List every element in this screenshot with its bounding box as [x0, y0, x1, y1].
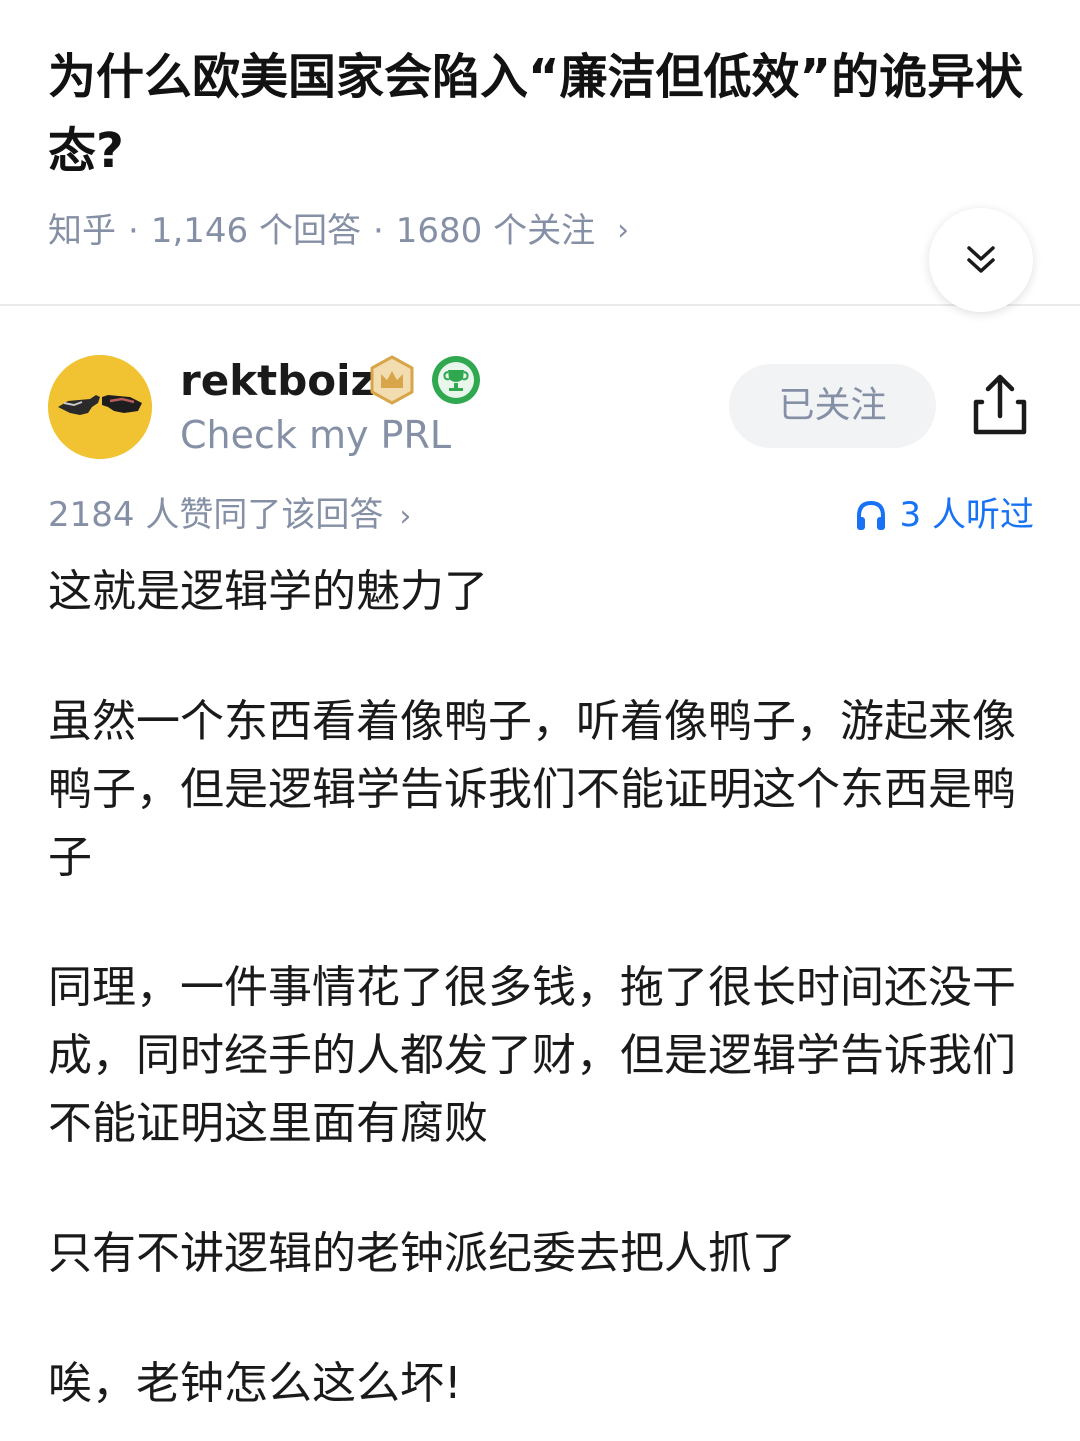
question-title[interactable]: 为什么欧美国家会陷入“廉洁但低效”的诡异状态?: [48, 40, 1038, 188]
question-header: 为什么欧美国家会陷入“廉洁但低效”的诡异状态? 知乎 · 1,146 个回答 ·…: [0, 0, 1080, 312]
followers-count: 1680 个关注: [395, 211, 596, 251]
avatar-image: [48, 355, 152, 459]
answer-page: 为什么欧美国家会陷入“廉洁但低效”的诡异状态? 知乎 · 1,146 个回答 ·…: [0, 0, 1080, 1441]
answers-count: 1,146 个回答: [150, 211, 361, 251]
answer-paragraph: 同理，一件事情花了很多钱，拖了很长时间还没干成，同时经手的人都发了财，但是逻辑学…: [48, 962, 1016, 1149]
meta-separator: ·: [128, 211, 139, 251]
expand-button[interactable]: [929, 208, 1033, 312]
follow-button[interactable]: 已关注: [729, 364, 936, 448]
author-name[interactable]: rektboiz: [180, 352, 375, 410]
crown-badge-icon[interactable]: [366, 354, 418, 406]
source-label: 知乎: [48, 211, 116, 251]
question-meta[interactable]: 知乎 · 1,146 个回答 · 1680 个关注 ›: [48, 206, 629, 256]
chevron-right-icon: ›: [399, 499, 412, 534]
meta-separator: ·: [372, 211, 384, 251]
vote-count[interactable]: 2184 人赞同了该回答 ›: [48, 490, 411, 542]
chevron-right-icon: ›: [617, 213, 630, 248]
author-bio: Check my PRL: [180, 413, 452, 457]
answer-paragraph: 唉，老钟怎么这么坏!: [48, 1358, 462, 1409]
headphones-icon: [856, 500, 885, 530]
answer-paragraph: 虽然一个东西看着像鸭子，听着像鸭子，游起来像鸭子，但是逻辑学告诉我们不能证明这个…: [48, 696, 1016, 883]
answer-paragraph: 这就是逻辑学的魅力了: [48, 566, 488, 617]
listen-count: 3 人听过: [899, 495, 1034, 535]
double-chevron-down-icon: [967, 246, 995, 273]
vote-count-label: 2184 人赞同了该回答: [48, 495, 384, 535]
avatar[interactable]: [48, 355, 152, 459]
listen-info[interactable]: 3 人听过: [854, 490, 1034, 540]
answer-paragraph: 只有不讲逻辑的老钟派纪委去把人抓了: [48, 1228, 796, 1279]
answer-body: 这就是逻辑学的魅力了 虽然一个东西看着像鸭子，听着像鸭子，游起来像鸭子，但是逻辑…: [48, 558, 1038, 1441]
trophy-badge-icon[interactable]: [430, 354, 482, 406]
share-icon[interactable]: [968, 372, 1032, 438]
